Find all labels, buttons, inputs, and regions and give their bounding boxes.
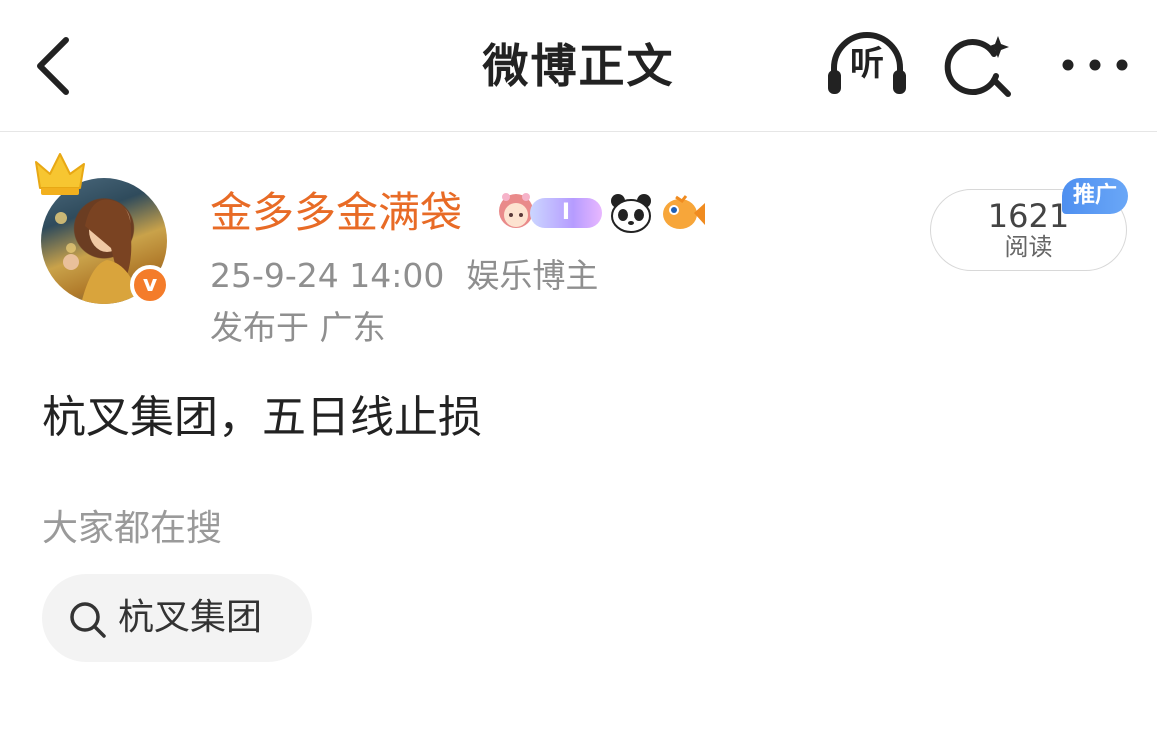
trending-search-chip[interactable]: 杭叉集团 (42, 574, 312, 662)
more-options-button[interactable] (1058, 50, 1132, 80)
level-badge: I (530, 198, 602, 228)
fish-badge-icon (663, 195, 705, 229)
verified-badge: v (130, 265, 170, 305)
read-label: 阅读 (1004, 233, 1053, 261)
post-timestamp: 25-9-24 14:00 (210, 256, 445, 295)
author-badges[interactable]: I (494, 190, 706, 236)
post-meta: 25-9-24 14:00 娱乐博主 (210, 254, 598, 298)
search-icon (70, 602, 106, 638)
search-button[interactable] (944, 32, 1016, 100)
author-role: 娱乐博主 (466, 256, 599, 295)
listen-button[interactable]: 听 (824, 30, 910, 100)
trending-chip-text: 杭叉集团 (118, 597, 263, 638)
crown-icon (35, 153, 85, 195)
promo-tag: 推广 (1062, 178, 1128, 214)
post-body-text: 杭叉集团，五日线止损 (42, 392, 482, 443)
weibo-post-page: 微博正文 听 v 金多多金满袋 I 25-9-24 14:00 娱乐博主 发布于… (0, 0, 1157, 729)
panda-badge-icon (611, 194, 651, 233)
author-name[interactable]: 金多多金满袋 (210, 186, 462, 240)
search-sparkle-icon (944, 36, 1011, 97)
trending-label: 大家都在搜 (42, 508, 223, 549)
author-avatar-block[interactable]: v (32, 150, 177, 310)
listen-label: 听 (850, 44, 884, 84)
post-location: 发布于 广东 (210, 308, 386, 347)
top-nav-bar: 微博正文 听 (0, 0, 1157, 132)
more-dots-icon (1062, 59, 1128, 71)
